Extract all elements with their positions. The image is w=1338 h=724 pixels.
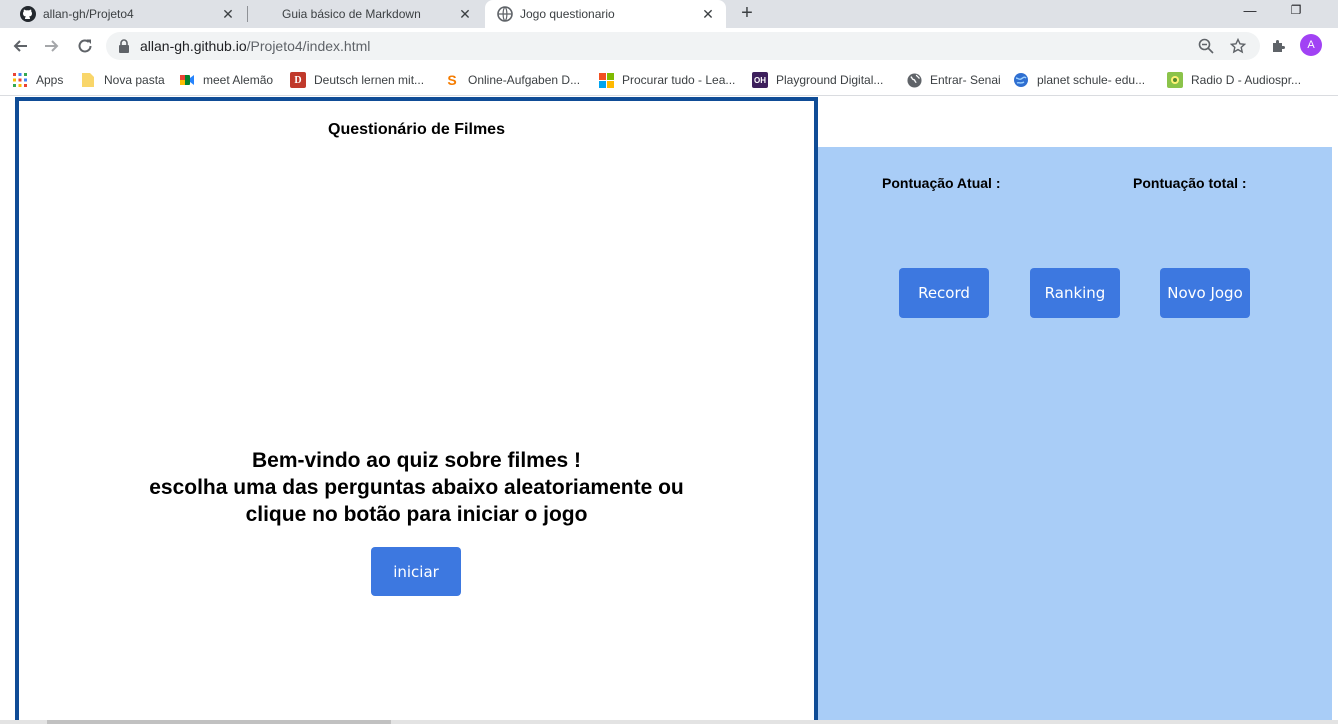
zoom-icon[interactable]: [1197, 37, 1215, 55]
url-path: /Projeto4/index.html: [246, 38, 371, 54]
planet-icon: [1013, 72, 1029, 88]
close-icon[interactable]: ✕: [700, 6, 716, 22]
bookmark-radio-d[interactable]: Radio D - Audiospr...: [1167, 70, 1301, 90]
url-text[interactable]: allan-gh.github.io/Projeto4/index.html: [140, 38, 370, 54]
close-icon[interactable]: ✕: [457, 6, 473, 22]
tab-title: Guia básico de Markdown: [282, 7, 421, 21]
tab-title: Jogo questionario: [520, 7, 615, 21]
welcome-line: clique no botão para iniciar o jogo: [245, 503, 588, 526]
bookmark-label: meet Alemão: [203, 73, 274, 87]
microsoft-icon: [598, 72, 614, 88]
bookmark-label: Online-Aufgaben D...: [468, 73, 581, 87]
address-bar[interactable]: allan-gh.github.io/Projeto4/index.html: [106, 32, 1260, 60]
quiz-title: Questionário de Filmes: [328, 121, 505, 138]
page-content: Questionário de Filmes Bem-vindo ao quiz…: [0, 97, 1338, 724]
url-domain: allan-gh.github.io: [140, 38, 247, 54]
globe-icon: [906, 72, 922, 88]
current-score-label: Pontuação Atual :: [882, 175, 1001, 191]
s-logo-icon: S: [447, 72, 457, 88]
bookmark-label: planet schule- edu...: [1037, 73, 1146, 87]
new-game-button[interactable]: Novo Jogo: [1160, 268, 1250, 318]
bookmark-playground-digital[interactable]: OH Playground Digital...: [752, 70, 883, 90]
welcome-line: escolha uma das perguntas abaixo aleator…: [149, 476, 684, 499]
profile-avatar[interactable]: A: [1300, 34, 1322, 56]
bookmark-label: Nova pasta: [104, 73, 165, 87]
bookmark-nova-pasta[interactable]: Nova pasta: [80, 70, 165, 90]
arrow-right-icon: [45, 40, 59, 52]
extensions-button[interactable]: [1267, 34, 1291, 58]
github-icon: [20, 6, 36, 22]
google-meet-icon: [179, 72, 195, 88]
new-tab-button[interactable]: +: [736, 2, 758, 24]
oh-logo-icon: OH: [752, 72, 768, 88]
bookmarks-bar: Apps Nova pasta meet Alemão D Deutsch le…: [0, 64, 1338, 96]
reload-button[interactable]: [73, 34, 97, 58]
bookmark-entrar-senai[interactable]: Entrar- Senai: [906, 70, 1001, 90]
d-logo-icon: D: [290, 72, 306, 88]
tab-strip: allan-gh/Projeto4 ✕ Guia básico de Markd…: [0, 0, 1338, 28]
radio-d-icon: [1167, 72, 1183, 88]
folder-icon: [80, 72, 96, 88]
welcome-message: Bem-vindo ao quiz sobre filmes ! escolha…: [19, 447, 814, 528]
bookmark-star-icon[interactable]: [1229, 37, 1247, 55]
scrollbar-thumb[interactable]: [47, 720, 391, 724]
back-button[interactable]: [8, 34, 32, 58]
globe-icon: [497, 6, 513, 22]
bookmark-label: Procurar tudo - Lea...: [622, 73, 736, 87]
close-icon[interactable]: ✕: [220, 6, 236, 22]
restore-button[interactable]: ❐: [1286, 0, 1306, 20]
apps-grid-icon: [12, 72, 28, 88]
record-button[interactable]: Record: [899, 268, 989, 318]
bookmark-label: Radio D - Audiospr...: [1191, 73, 1302, 87]
bookmark-online-aufgaben[interactable]: S Online-Aufgaben D...: [444, 70, 580, 90]
tab-github[interactable]: allan-gh/Projeto4 ✕: [8, 0, 248, 28]
scoreboard-panel: Pontuação Atual : Pontuação total : Reco…: [818, 147, 1332, 724]
bookmark-label: Playground Digital...: [776, 73, 884, 87]
bookmark-meet-alemao[interactable]: meet Alemão: [179, 70, 273, 90]
bookmark-label: Entrar- Senai: [930, 73, 1001, 87]
total-score-label: Pontuação total :: [1133, 175, 1247, 191]
lock-icon: [118, 39, 130, 58]
minimize-button[interactable]: —: [1240, 0, 1260, 20]
horizontal-scrollbar[interactable]: [0, 720, 1338, 724]
quiz-panel: Questionário de Filmes Bem-vindo ao quiz…: [15, 97, 818, 724]
tab-title: allan-gh/Projeto4: [43, 7, 134, 21]
ranking-button[interactable]: Ranking: [1030, 268, 1120, 318]
reload-icon: [78, 39, 92, 53]
bookmark-label: Deutsch lernen mit...: [314, 73, 425, 87]
puzzle-icon: [1273, 40, 1285, 52]
bookmark-procurar-tudo[interactable]: Procurar tudo - Lea...: [598, 70, 735, 90]
bookmark-deutsch-lernen[interactable]: D Deutsch lernen mit...: [290, 70, 424, 90]
arrow-left-icon: [13, 40, 27, 52]
tab-jogo-questionario[interactable]: Jogo questionario ✕: [485, 0, 726, 28]
bookmark-apps[interactable]: Apps: [12, 70, 63, 90]
bookmark-planet-schule[interactable]: planet schule- edu...: [1013, 70, 1145, 90]
forward-button[interactable]: [40, 34, 64, 58]
bookmark-label: Apps: [36, 73, 64, 87]
browser-toolbar: allan-gh.github.io/Projeto4/index.html A: [0, 28, 1338, 64]
welcome-line: Bem-vindo ao quiz sobre filmes !: [251, 449, 582, 472]
start-button[interactable]: iniciar: [371, 547, 461, 596]
tab-markdown[interactable]: Guia básico de Markdown ✕: [248, 0, 485, 28]
